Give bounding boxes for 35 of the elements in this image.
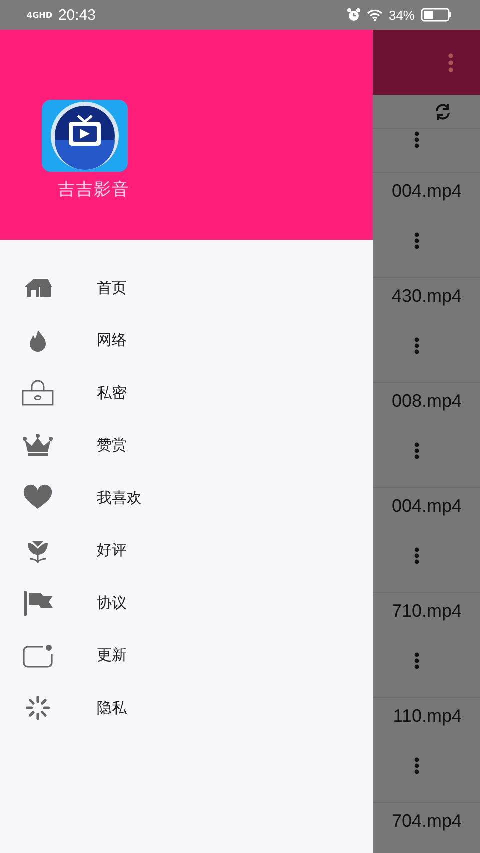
file-name[interactable]: 710.mp4 [392, 601, 462, 622]
more-icon[interactable] [414, 547, 420, 565]
file-name[interactable]: 704.mp4 [392, 811, 462, 832]
flag-icon [21, 589, 55, 618]
app-name: 吉吉影音 [58, 179, 130, 201]
lock-icon [21, 379, 55, 408]
file-name[interactable]: 004.mp4 [392, 496, 462, 517]
battery-icon [421, 8, 452, 22]
menu-item[interactable]: 隐私 [0, 682, 373, 734]
more-icon[interactable] [414, 652, 420, 670]
menu-item[interactable]: 私密 [0, 367, 373, 420]
clock: 20:43 [58, 6, 96, 24]
file-name[interactable]: 110.mp4 [393, 706, 462, 727]
file-name[interactable]: 008.mp4 [392, 391, 462, 412]
file-name[interactable]: 004.mp4 [392, 181, 462, 202]
battery-percent: 34% [388, 8, 415, 22]
more-icon[interactable] [414, 757, 420, 775]
tv-logo-icon [42, 100, 128, 172]
menu-item[interactable]: 更新 [0, 630, 373, 682]
menu-item[interactable]: 协议 [0, 577, 373, 630]
more-icon[interactable] [414, 131, 420, 149]
more-icon[interactable] [414, 232, 420, 250]
more-icon[interactable] [414, 337, 420, 355]
network-label: 4GHD [27, 10, 52, 20]
file-name[interactable]: 430.mp4 [392, 286, 462, 307]
menu-item[interactable]: 我喜欢 [0, 472, 373, 524]
more-icon[interactable] [448, 52, 454, 72]
more-icon[interactable] [414, 442, 420, 460]
menu-item[interactable]: 网络 [0, 314, 373, 367]
alarm-icon [346, 8, 361, 22]
wifi-icon [366, 8, 383, 22]
refresh-icon[interactable] [433, 102, 453, 122]
menu-item[interactable]: 赞赏 [0, 420, 373, 472]
menu-item[interactable]: 好评 [0, 524, 373, 577]
menu-item[interactable]: 首页 [0, 262, 373, 314]
